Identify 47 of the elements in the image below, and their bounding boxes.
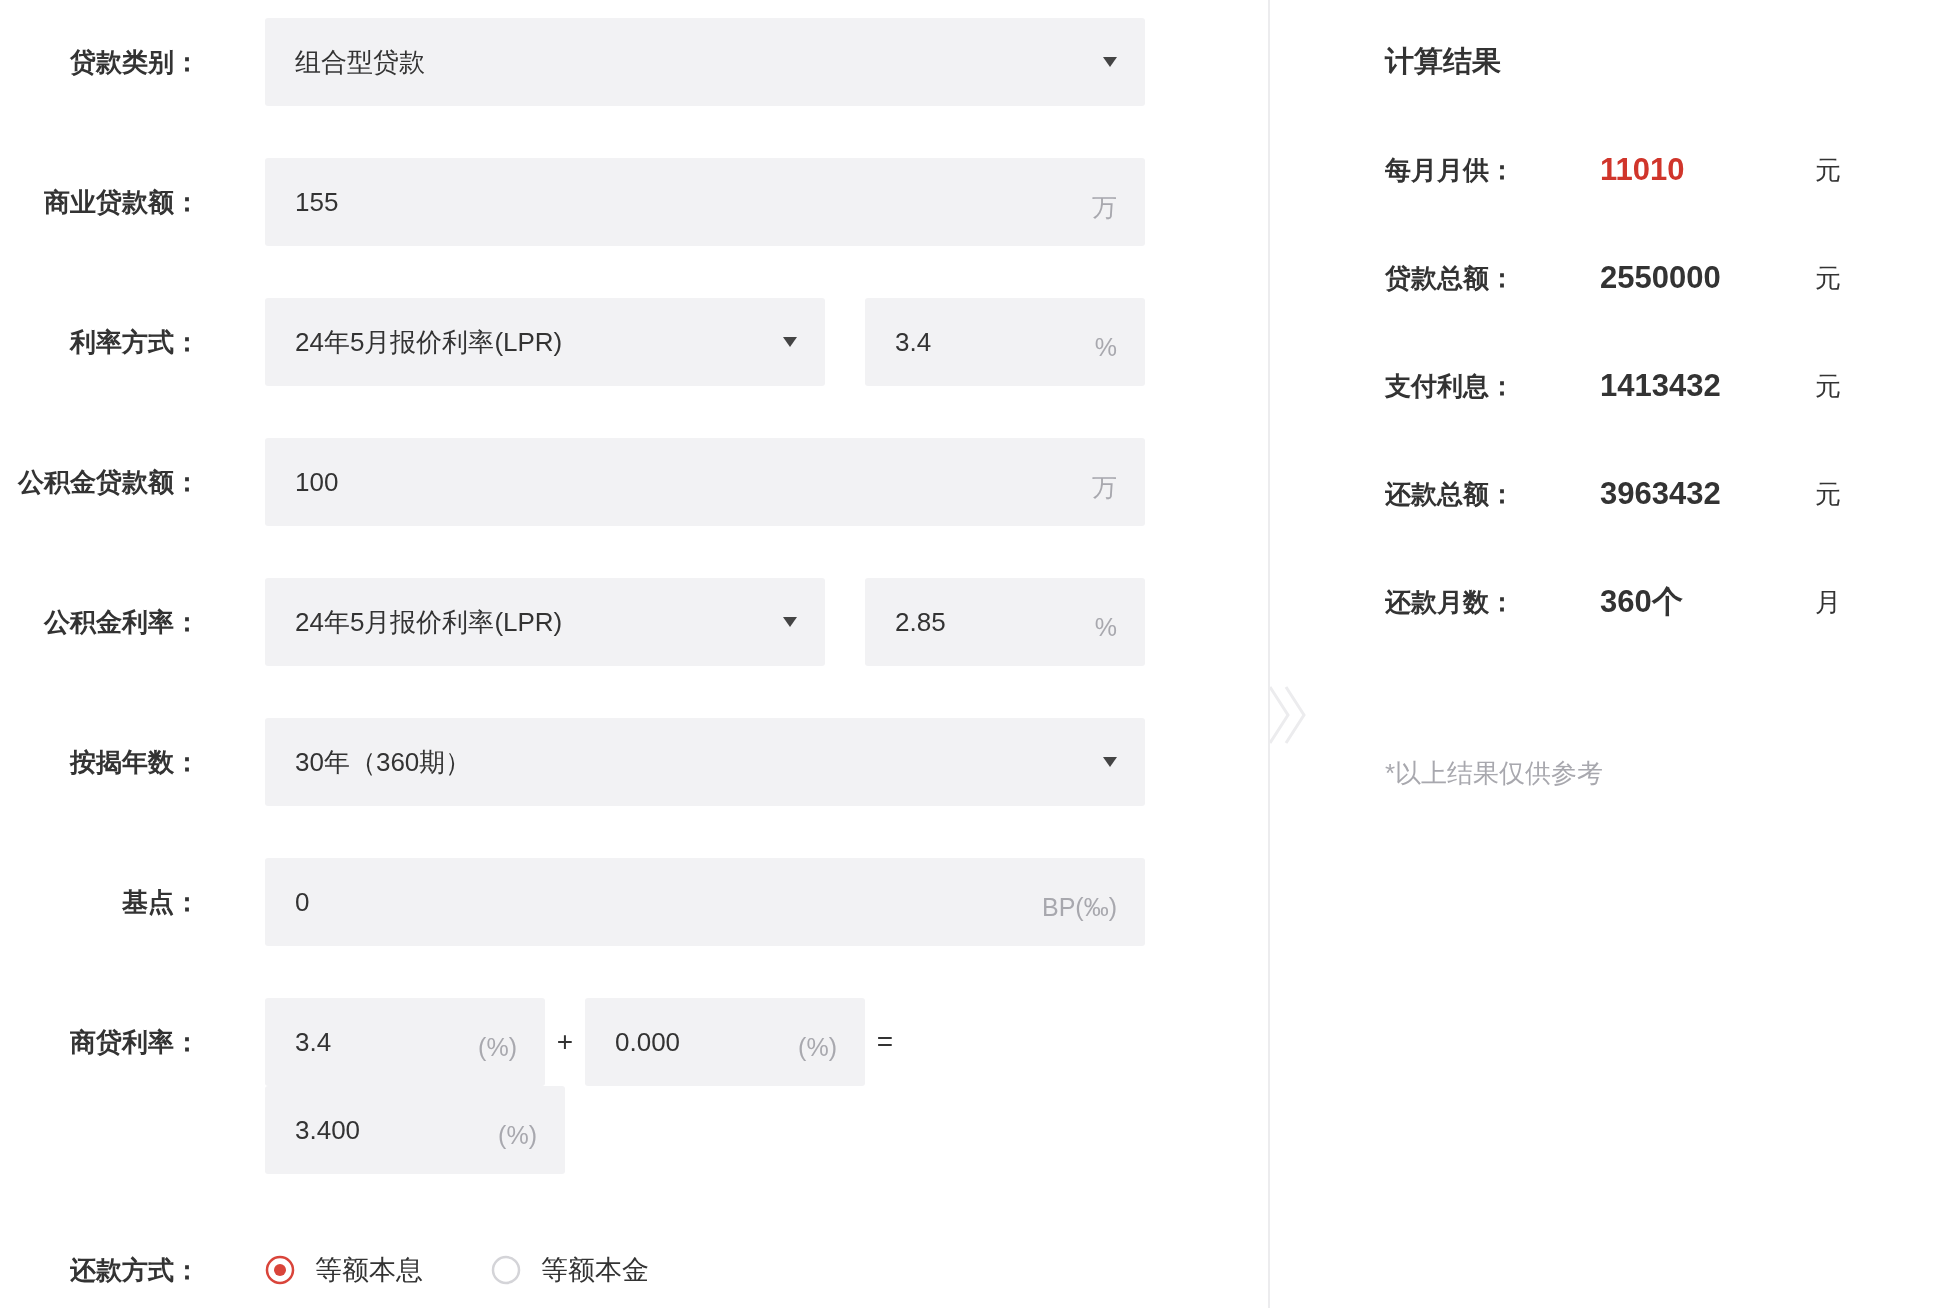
field-label: 公积金贷款额： (16, 466, 200, 499)
dropdown-select[interactable]: 24年5月报价利率(LPR) (265, 578, 825, 666)
result-value: 360个 (1600, 583, 1684, 621)
operator-sign: = (875, 1026, 895, 1058)
result-unit: 月 (1815, 585, 1841, 619)
radio-button[interactable] (265, 1255, 295, 1285)
result-label: 贷款总额： (1385, 261, 1516, 295)
dropdown-select[interactable]: 30年（360期） (265, 718, 1145, 806)
result-unit: 元 (1815, 369, 1841, 403)
rate-input-field[interactable]: 2.85 % (865, 578, 1145, 666)
operator-sign: + (555, 1026, 575, 1058)
disclaimer-note: *以上结果仅供参考 (1385, 757, 1605, 790)
results-title: 计算结果 (1385, 44, 1502, 79)
result-rate-field: 3.400 (%) (265, 1086, 565, 1174)
dropdown-caret-icon (1103, 57, 1117, 67)
dropdown-caret-icon (783, 617, 797, 627)
result-value: 3963432 (1600, 476, 1722, 512)
field-label: 按揭年数： (68, 746, 200, 779)
dropdown-caret-icon (1103, 757, 1117, 767)
field-label: 贷款类别： (69, 46, 200, 79)
input-field[interactable]: 100 万 (265, 438, 1145, 526)
result-label: 还款总额： (1385, 477, 1516, 511)
rate-input-field[interactable]: 3.4 % (865, 298, 1145, 386)
result-unit: 元 (1815, 477, 1841, 511)
field-label: 基点： (121, 886, 200, 919)
field-label: 还款方式： (69, 1254, 200, 1287)
field-label: 商业贷款额： (43, 186, 200, 219)
radio-option[interactable]: 等额本金 (491, 1252, 649, 1288)
rate-input-field[interactable]: 0.000 (%) (585, 998, 865, 1086)
radio-option[interactable]: 等额本息 (265, 1252, 423, 1288)
result-value: 1413432 (1600, 368, 1722, 404)
input-field[interactable]: 155 万 (265, 158, 1145, 246)
result-unit: 元 (1815, 153, 1841, 187)
dropdown-select[interactable]: 组合型贷款 (265, 18, 1145, 106)
result-label: 每月月供： (1385, 153, 1516, 187)
result-value: 2550000 (1600, 260, 1722, 296)
result-value: 11010 (1600, 152, 1686, 188)
result-label: 还款月数： (1385, 585, 1516, 619)
dropdown-caret-icon (783, 337, 797, 347)
dropdown-select[interactable]: 24年5月报价利率(LPR) (265, 298, 825, 386)
input-field[interactable]: 0 BP(‰) (265, 858, 1145, 946)
field-label: 公积金利率： (42, 606, 200, 639)
field-label: 利率方式： (68, 326, 200, 359)
field-label: 商贷利率： (69, 1026, 200, 1059)
result-label: 支付利息： (1385, 369, 1516, 403)
result-unit: 元 (1815, 261, 1841, 295)
rate-input-field[interactable]: 3.4 (%) (265, 998, 545, 1086)
